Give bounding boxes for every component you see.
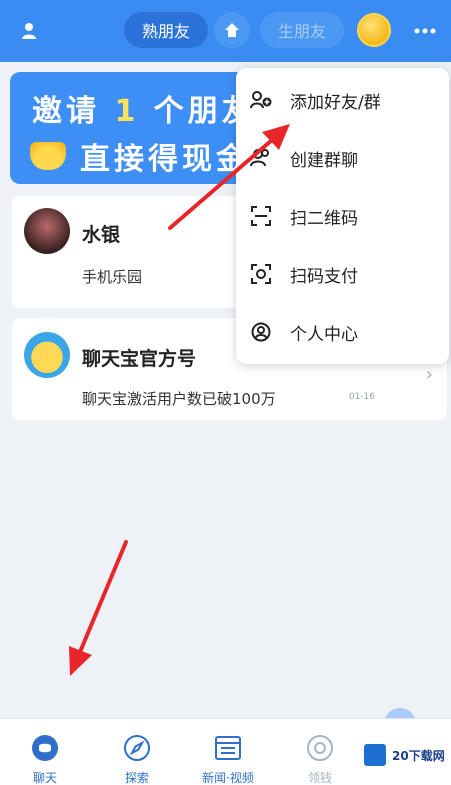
nav-get-money[interactable]: 领钱 xyxy=(275,719,365,785)
banner-cash-text: 直接得现金 xyxy=(80,142,250,177)
scan-pay-icon xyxy=(250,263,272,285)
menu-item-create-group[interactable]: 创建群聊 xyxy=(236,130,449,186)
chat-preview: 手机乐园 xyxy=(82,268,143,286)
banner-headline: 邀请 1 个朋友 xyxy=(32,86,256,130)
top-header: 熟朋友 生朋友 xyxy=(0,0,451,62)
gold-ingot-icon xyxy=(30,142,66,170)
chat-name: 聊天宝官方号 xyxy=(82,348,197,370)
nav-label: 领钱 xyxy=(307,771,332,785)
chat-icon xyxy=(30,733,60,763)
home-icon[interactable] xyxy=(214,12,250,48)
menu-label: 个人中心 xyxy=(290,324,358,345)
nav-label: 聊天 xyxy=(32,771,57,785)
banner-subline: 直接得现金 xyxy=(30,134,250,178)
watermark-logo-icon xyxy=(364,744,386,766)
profile-icon xyxy=(250,321,272,343)
coin-icon xyxy=(305,733,335,763)
nav-chat[interactable]: 聊天 xyxy=(0,719,90,785)
more-menu: 添加好友/群 创建群聊 扫二维码 扫码支付 个人中心 xyxy=(236,68,449,364)
tab-new-friends[interactable]: 生朋友 xyxy=(260,12,344,48)
watermark: 20下载网 xyxy=(360,738,448,772)
menu-label: 扫码支付 xyxy=(290,266,358,287)
tab-familiar-friends[interactable]: 熟朋友 xyxy=(124,12,208,48)
chat-preview: 聊天宝激活用户数已破100万 xyxy=(82,390,276,408)
add-friend-icon xyxy=(250,89,272,111)
menu-label: 添加好友/群 xyxy=(290,92,381,113)
avatar xyxy=(24,208,70,254)
nav-label: 探索 xyxy=(124,771,149,785)
arrow-to-chat-tab xyxy=(69,540,128,676)
watermark-text: 20下载网 xyxy=(392,748,445,763)
banner-number: 1 xyxy=(114,94,140,129)
avatar xyxy=(24,332,70,378)
chat-date: 01-16 xyxy=(348,392,375,402)
more-icon[interactable] xyxy=(405,14,445,48)
menu-label: 创建群聊 xyxy=(290,150,358,171)
scan-icon xyxy=(250,205,272,227)
gold-coin-icon[interactable] xyxy=(357,13,391,47)
menu-item-scan-qr[interactable]: 扫二维码 xyxy=(236,188,449,244)
nav-news-video[interactable]: 新闻·视频 xyxy=(183,719,273,785)
create-group-icon xyxy=(250,147,272,169)
menu-label: 扫二维码 xyxy=(290,208,358,229)
news-icon xyxy=(213,733,243,763)
banner-text-prefix: 邀请 xyxy=(32,94,100,129)
menu-item-scan-pay[interactable]: 扫码支付 xyxy=(236,246,449,302)
chevron-right-icon: › xyxy=(425,364,433,385)
chat-name: 水银 xyxy=(82,224,121,246)
menu-item-add-friend[interactable]: 添加好友/群 xyxy=(236,72,449,128)
compass-icon xyxy=(122,733,152,763)
nav-label: 新闻·视频 xyxy=(202,771,254,785)
user-icon[interactable] xyxy=(14,16,44,46)
nav-explore[interactable]: 探索 xyxy=(92,719,182,785)
menu-item-profile[interactable]: 个人中心 xyxy=(236,304,449,360)
